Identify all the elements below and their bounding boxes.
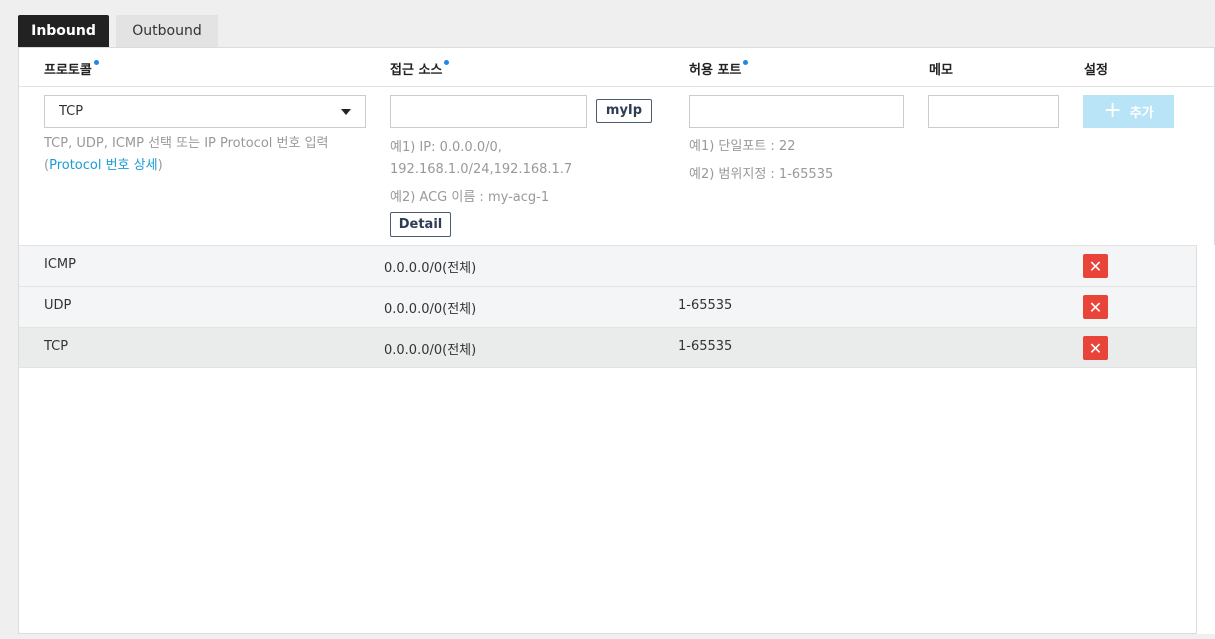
add-rule-label: 추가 <box>1129 106 1154 121</box>
required-dot-icon <box>93 60 99 65</box>
required-dot-icon <box>743 60 749 65</box>
protocol-select[interactable]: TCP <box>44 95 366 128</box>
add-rule-button[interactable]: + 추가 <box>1083 95 1174 128</box>
delete-rule-button[interactable]: ✕ <box>1083 295 1108 319</box>
rules-panel: 프로토콜 접근 소스 허용 포트 메모 설정 TCP TCP, UDP, ICM… <box>18 47 1215 634</box>
table-row: UDP 0.0.0.0/0(전체) 1-65535 ✕ <box>19 286 1196 327</box>
protocol-select-value: TCP <box>59 104 84 119</box>
header-settings: 설정 <box>1084 63 1108 78</box>
rules-list: ICMP 0.0.0.0/0(전체) ✕ UDP 0.0.0.0/0(전체) 1… <box>19 245 1196 368</box>
tab-inbound[interactable]: Inbound <box>18 15 109 47</box>
table-row: ICMP 0.0.0.0/0(전체) ✕ <box>19 245 1196 286</box>
header-port: 허용 포트 <box>689 59 749 78</box>
scrollbar[interactable] <box>1196 245 1215 634</box>
memo-input[interactable] <box>928 95 1059 128</box>
new-rule-form: TCP TCP, UDP, ICMP 선택 또는 IP Protocol 번호 … <box>19 88 1214 245</box>
source-help-example1-cont: 192.168.1.0/24,192.168.1.7 <box>390 162 573 177</box>
rule-port: 1-65535 <box>678 298 733 313</box>
source-help: 예1) IP: 0.0.0.0/0, 192.168.1.0/24,192.16… <box>390 137 680 209</box>
header-memo: 메모 <box>929 63 953 78</box>
close-icon: ✕ <box>1088 338 1103 358</box>
delete-rule-button[interactable]: ✕ <box>1083 254 1108 278</box>
rule-source: 0.0.0.0/0(전체) <box>384 261 477 276</box>
header-protocol: 프로토콜 <box>44 59 99 78</box>
header-source: 접근 소스 <box>390 59 450 78</box>
table-row: TCP 0.0.0.0/0(전체) 1-65535 ✕ <box>19 327 1196 368</box>
close-icon: ✕ <box>1088 297 1103 317</box>
port-help-example1: 예1) 단일포트 : 22 <box>689 139 796 154</box>
source-input[interactable] <box>390 95 587 128</box>
protocol-number-detail-link[interactable]: Protocol 번호 상세 <box>49 158 158 173</box>
rule-protocol: TCP <box>44 339 69 354</box>
required-dot-icon <box>444 60 450 65</box>
rule-protocol: UDP <box>44 298 72 313</box>
protocol-help: TCP, UDP, ICMP 선택 또는 IP Protocol 번호 입력 (… <box>44 133 374 177</box>
header-source-label: 접근 소스 <box>390 63 443 78</box>
caret-down-icon <box>341 109 351 115</box>
rule-port: 1-65535 <box>678 339 733 354</box>
rule-tabs: Inbound Outbound <box>18 15 218 47</box>
protocol-help-text: TCP, UDP, ICMP 선택 또는 IP Protocol 번호 입력 <box>44 136 329 151</box>
myip-button[interactable]: myIp <box>596 99 652 123</box>
port-help-example2: 예2) 범위지정 : 1-65535 <box>689 167 834 182</box>
paren-close: ) <box>157 158 163 173</box>
port-input[interactable] <box>689 95 904 128</box>
close-icon: ✕ <box>1088 256 1103 276</box>
detail-button[interactable]: Detail <box>390 212 451 237</box>
port-help: 예1) 단일포트 : 22 예2) 범위지정 : 1-65535 <box>689 133 939 189</box>
header-port-label: 허용 포트 <box>689 63 742 78</box>
delete-rule-button[interactable]: ✕ <box>1083 336 1108 360</box>
source-help-example1: 예1) IP: 0.0.0.0/0, <box>390 140 502 155</box>
table-header: 프로토콜 접근 소스 허용 포트 메모 설정 <box>19 48 1214 87</box>
tab-outbound[interactable]: Outbound <box>116 15 218 47</box>
header-protocol-label: 프로토콜 <box>44 63 92 78</box>
rule-source: 0.0.0.0/0(전체) <box>384 343 477 358</box>
rule-source: 0.0.0.0/0(전체) <box>384 302 477 317</box>
source-help-example2: 예2) ACG 이름 : my-acg-1 <box>390 190 550 205</box>
plus-icon: + <box>1103 97 1122 123</box>
rule-protocol: ICMP <box>44 257 76 272</box>
protocol-help-link-line: (Protocol 번호 상세) <box>44 155 374 177</box>
